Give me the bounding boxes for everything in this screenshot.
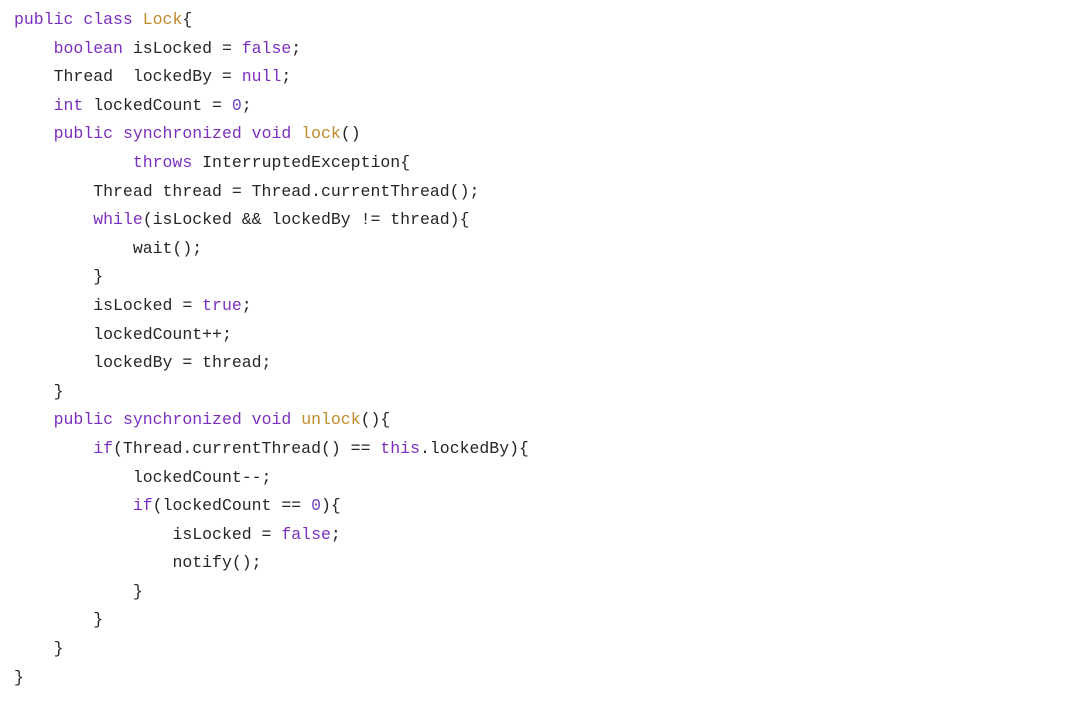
token-kw: boolean — [54, 39, 123, 58]
token-kw: throws — [133, 153, 192, 172]
token-kw: class — [83, 10, 133, 29]
token-num: 0 — [311, 496, 321, 515]
token-bool: true — [202, 296, 242, 315]
token-kw: if — [133, 496, 153, 515]
token-type: unlock — [301, 410, 360, 429]
token-type: lock — [301, 124, 341, 143]
token-bool: false — [281, 525, 331, 544]
token-kw: synchronized — [123, 124, 242, 143]
token-bool: null — [242, 67, 282, 86]
code-block: public class Lock{ boolean isLocked = fa… — [0, 0, 1080, 698]
token-kw: void — [252, 410, 292, 429]
token-kw: public — [54, 410, 113, 429]
token-bool: false — [242, 39, 292, 58]
token-num: 0 — [232, 96, 242, 115]
token-type: Lock — [143, 10, 183, 29]
token-kw: synchronized — [123, 410, 242, 429]
token-kw: if — [93, 439, 113, 458]
token-kw: int — [54, 96, 84, 115]
token-kw: public — [14, 10, 73, 29]
code: public class Lock{ boolean isLocked = fa… — [14, 10, 529, 687]
token-kw: void — [252, 124, 292, 143]
token-kw: public — [54, 124, 113, 143]
token-kw: while — [93, 210, 143, 229]
token-kw: this — [380, 439, 420, 458]
